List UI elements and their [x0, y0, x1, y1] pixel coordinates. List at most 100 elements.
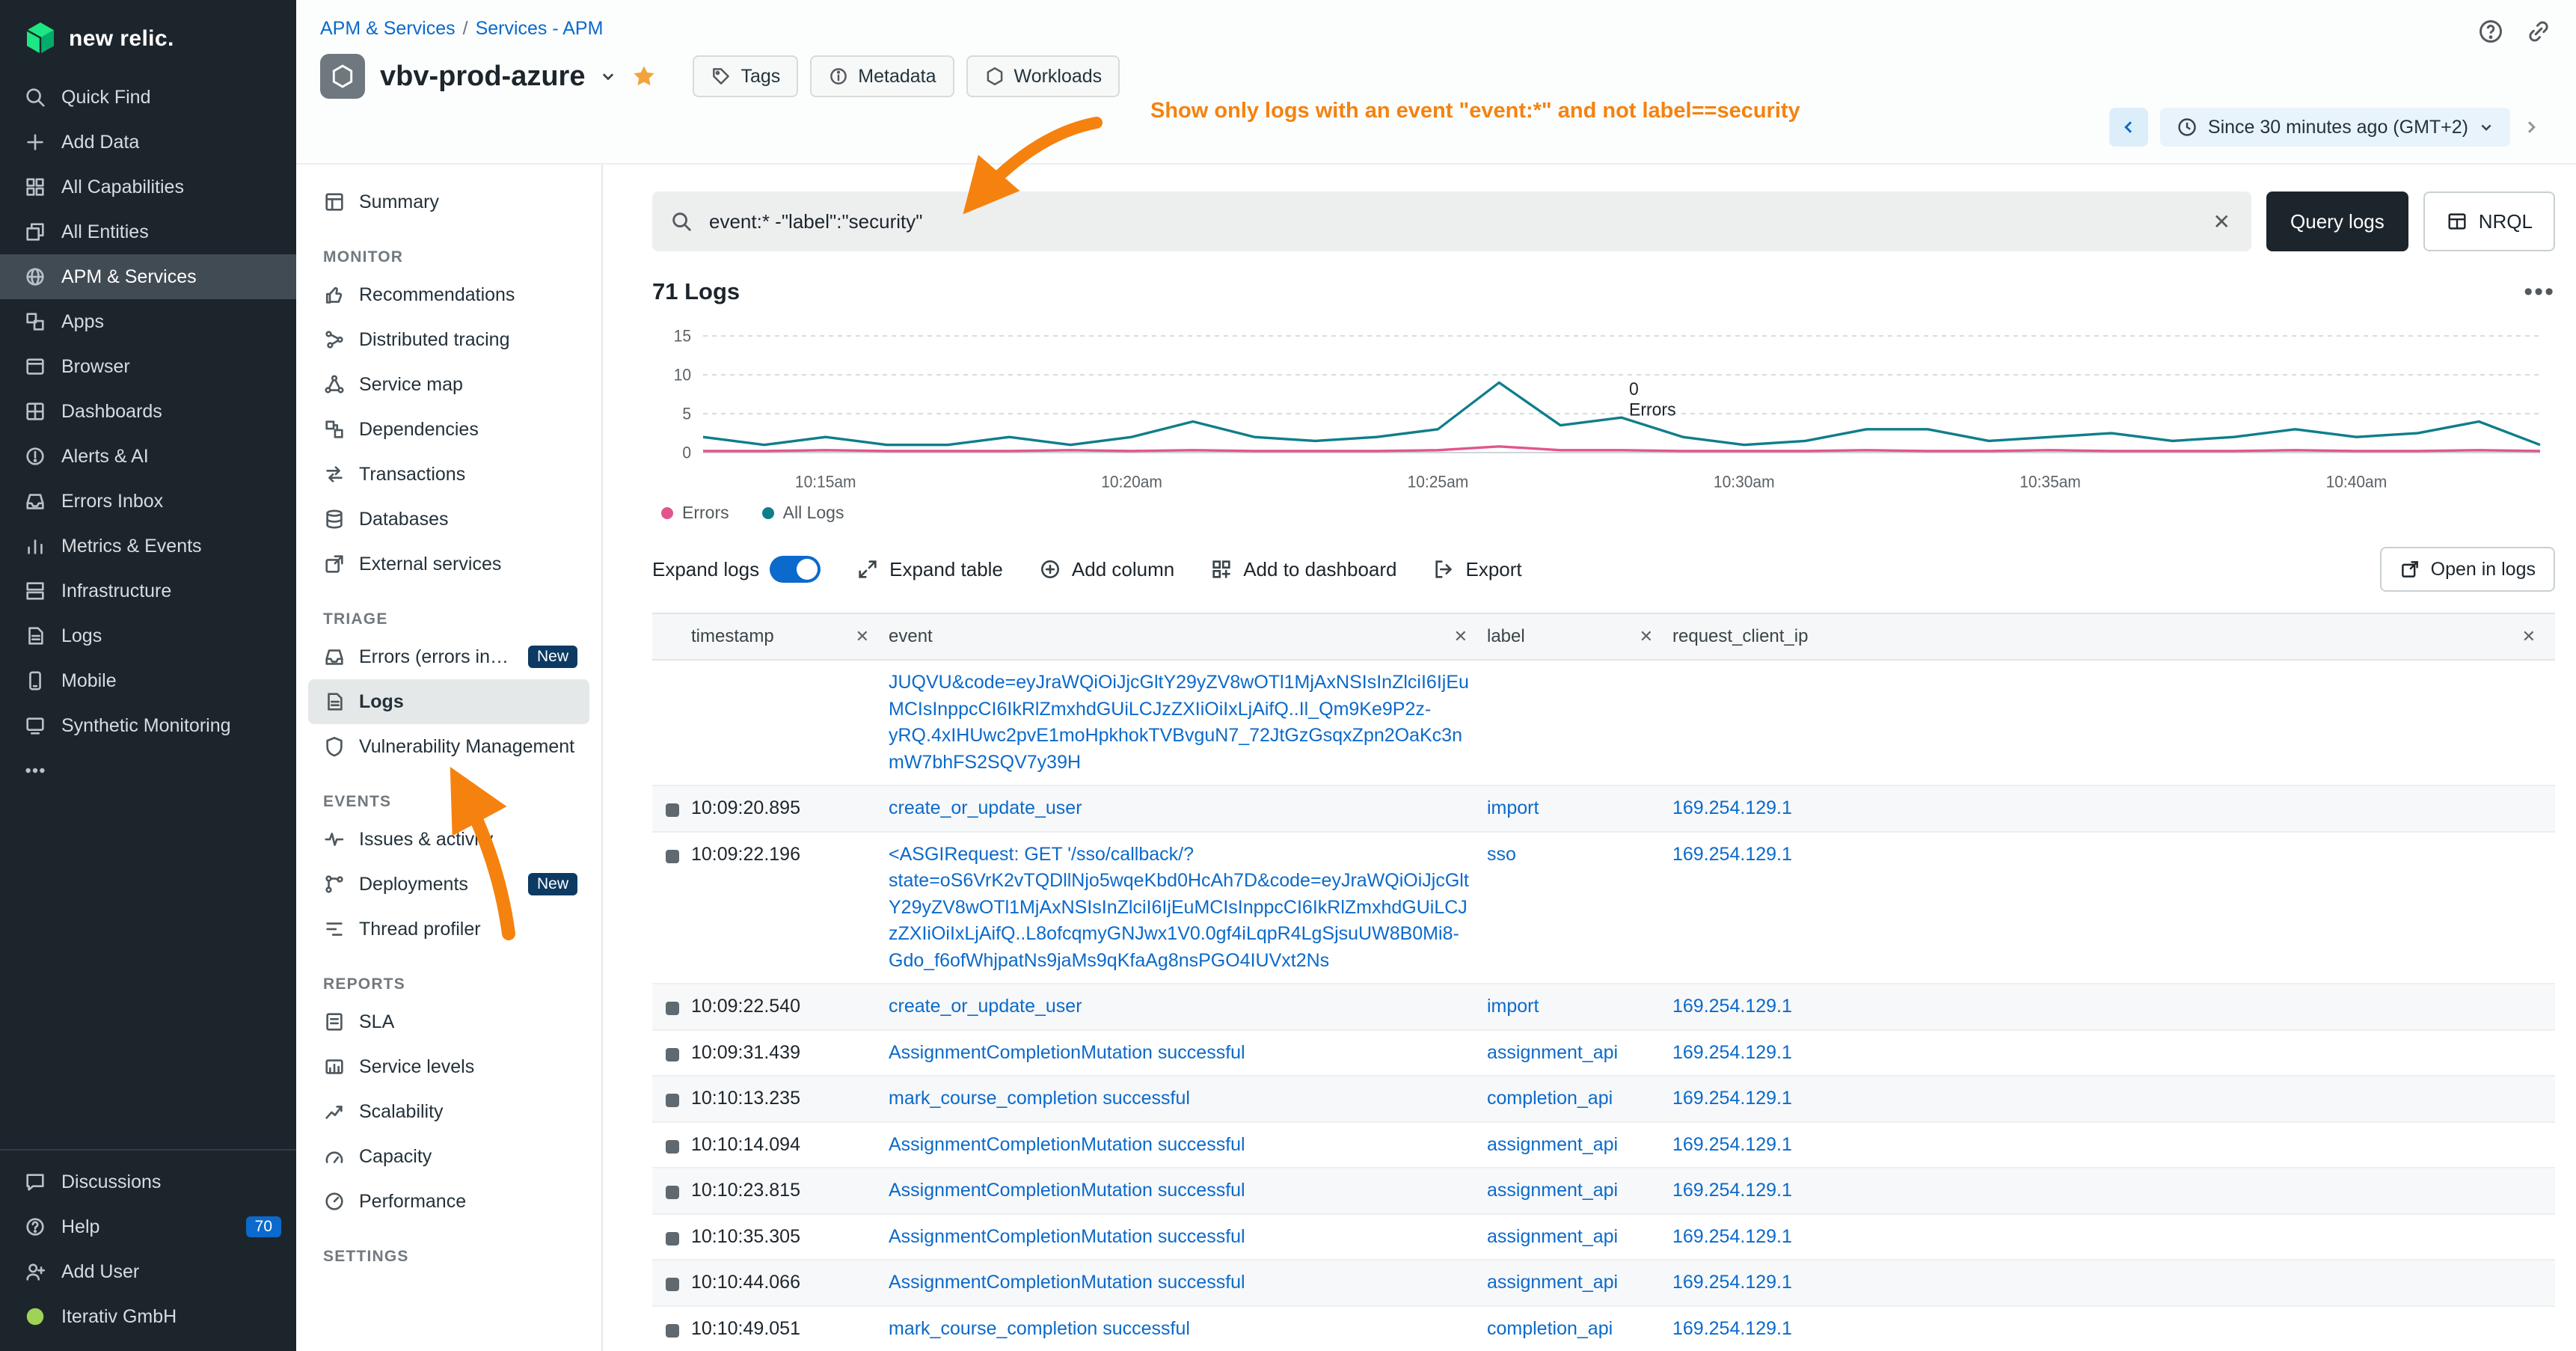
clear-query-icon[interactable]: ✕	[2210, 209, 2233, 234]
log-table-row[interactable]: 10:10:44.066AssignmentCompletionMutation…	[652, 1260, 2555, 1307]
row-checkbox[interactable]	[666, 1232, 679, 1246]
request-client-ip-cell-link[interactable]: 169.254.129.1	[1672, 1272, 1792, 1293]
workloads-button[interactable]: Workloads	[966, 55, 1120, 97]
request-client-ip-cell-link[interactable]: 169.254.129.1	[1672, 1088, 1792, 1109]
log-query-input[interactable]	[706, 209, 2197, 235]
logs-timeseries-chart[interactable]: 05101510:15am10:20am10:25am10:30am10:35a…	[652, 320, 2555, 497]
entity-nav-distributed-tracing[interactable]: Distributed tracing	[308, 317, 589, 362]
sidebar-item-more[interactable]	[0, 748, 296, 793]
log-table-row[interactable]: 10:09:20.895create_or_update_userimport1…	[652, 786, 2555, 833]
log-table-row[interactable]: 10:10:13.235mark_course_completion succe…	[652, 1076, 2555, 1123]
entity-nav-vulnerability-management[interactable]: Vulnerability Management	[308, 724, 589, 769]
export-button[interactable]: Export	[1433, 558, 1522, 581]
event-cell-link[interactable]: create_or_update_user	[889, 996, 1082, 1017]
open-in-logs-button[interactable]: Open in logs	[2380, 547, 2555, 592]
favorite-star-icon[interactable]	[631, 64, 657, 89]
entity-nav-logs[interactable]: Logs	[308, 679, 589, 724]
sidebar-item-help[interactable]: Help70	[0, 1204, 296, 1249]
nrql-button[interactable]: NRQL	[2423, 192, 2555, 251]
entity-nav-capacity[interactable]: Capacity	[308, 1134, 589, 1179]
entity-nav-service-map[interactable]: Service map	[308, 362, 589, 407]
log-table-row[interactable]: 10:09:22.196<ASGIRequest: GET '/sso/call…	[652, 833, 2555, 985]
event-cell-link[interactable]: <ASGIRequest: GET '/sso/callback/?state=…	[889, 844, 1469, 971]
event-cell-link[interactable]: AssignmentCompletionMutation successful	[889, 1226, 1245, 1247]
permalink-icon[interactable]	[2525, 18, 2552, 45]
log-table-row[interactable]: 10:10:23.815AssignmentCompletionMutation…	[652, 1168, 2555, 1215]
expand-logs-toggle[interactable]	[770, 556, 821, 583]
expand-table-button[interactable]: Expand table	[856, 558, 1003, 581]
log-table-row[interactable]: JUQVU&code=eyJraWQiOiJjcGltY29yZV8wOTl1M…	[652, 661, 2555, 786]
time-back-button[interactable]	[2109, 108, 2148, 147]
entity-nav-performance[interactable]: Performance	[308, 1179, 589, 1224]
event-cell-link[interactable]: mark_course_completion successful	[889, 1088, 1190, 1109]
tags-button[interactable]: Tags	[693, 55, 798, 97]
log-table-row[interactable]: 10:09:31.439AssignmentCompletionMutation…	[652, 1031, 2555, 1077]
event-cell-link[interactable]: AssignmentCompletionMutation successful	[889, 1272, 1245, 1293]
sidebar-item-discussions[interactable]: Discussions	[0, 1159, 296, 1204]
request-client-ip-cell-link[interactable]: 169.254.129.1	[1672, 797, 1792, 818]
row-checkbox[interactable]	[666, 1002, 679, 1015]
sidebar-item-alerts-ai[interactable]: Alerts & AI	[0, 434, 296, 479]
label-cell-link[interactable]: assignment_api	[1487, 1042, 1618, 1063]
sidebar-item-iterativ-gmbh[interactable]: Iterativ GmbH	[0, 1294, 296, 1339]
entity-nav-sla[interactable]: SLA	[308, 999, 589, 1044]
entity-nav-transactions[interactable]: Transactions	[308, 452, 589, 497]
sidebar-item-synthetic-monitoring[interactable]: Synthetic Monitoring	[0, 703, 296, 748]
label-cell-link[interactable]: assignment_api	[1487, 1272, 1618, 1293]
event-cell-link[interactable]: mark_course_completion successful	[889, 1318, 1190, 1339]
label-cell-link[interactable]: assignment_api	[1487, 1134, 1618, 1155]
time-forward-button[interactable]	[2522, 118, 2540, 136]
time-picker[interactable]: Since 30 minutes ago (GMT+2)	[2160, 108, 2510, 147]
event-cell-link[interactable]: AssignmentCompletionMutation successful	[889, 1042, 1245, 1063]
request-client-ip-cell-link[interactable]: 169.254.129.1	[1672, 1180, 1792, 1201]
sidebar-item-add-data[interactable]: Add Data	[0, 120, 296, 165]
event-cell-link[interactable]: AssignmentCompletionMutation successful	[889, 1180, 1245, 1201]
sidebar-item-apps[interactable]: Apps	[0, 299, 296, 344]
sidebar-item-mobile[interactable]: Mobile	[0, 658, 296, 703]
entity-nav-deployments[interactable]: DeploymentsNew	[308, 862, 589, 907]
sidebar-item-logs[interactable]: Logs	[0, 613, 296, 658]
label-cell-link[interactable]: import	[1487, 996, 1539, 1017]
add-to-dashboard-button[interactable]: Add to dashboard	[1210, 558, 1396, 581]
remove-column-icon[interactable]: ✕	[2518, 627, 2540, 646]
request-client-ip-cell-link[interactable]: 169.254.129.1	[1672, 996, 1792, 1017]
breadcrumb-link-services[interactable]: Services - APM	[476, 18, 604, 39]
sidebar-item-all-capabilities[interactable]: All Capabilities	[0, 165, 296, 209]
remove-column-icon[interactable]: ✕	[851, 627, 874, 646]
request-client-ip-cell-link[interactable]: 169.254.129.1	[1672, 1226, 1792, 1247]
entity-nav-recommendations[interactable]: Recommendations	[308, 272, 589, 317]
request-client-ip-cell-link[interactable]: 169.254.129.1	[1672, 1042, 1792, 1063]
log-table-row[interactable]: 10:10:14.094AssignmentCompletionMutation…	[652, 1123, 2555, 1169]
sidebar-item-browser[interactable]: Browser	[0, 344, 296, 389]
sidebar-item-errors-inbox[interactable]: Errors Inbox	[0, 479, 296, 524]
row-checkbox[interactable]	[666, 1186, 679, 1199]
entity-nav-thread-profiler[interactable]: Thread profiler	[308, 907, 589, 952]
remove-column-icon[interactable]: ✕	[1635, 627, 1657, 646]
log-table-row[interactable]: 10:09:22.540create_or_update_userimport1…	[652, 984, 2555, 1031]
add-column-button[interactable]: Add column	[1039, 558, 1174, 581]
event-cell-link[interactable]: AssignmentCompletionMutation successful	[889, 1134, 1245, 1155]
row-checkbox[interactable]	[666, 1324, 679, 1338]
sidebar-item-infrastructure[interactable]: Infrastructure	[0, 569, 296, 613]
entity-nav-scalability[interactable]: Scalability	[308, 1089, 589, 1134]
entity-nav-issues-activity[interactable]: Issues & activity	[308, 817, 589, 862]
help-circle-icon[interactable]	[2477, 18, 2504, 45]
entity-nav-errors-errors-inb[interactable]: Errors (errors inb...New	[308, 634, 589, 679]
entity-nav-service-levels[interactable]: Service levels	[308, 1044, 589, 1089]
metadata-button[interactable]: Metadata	[810, 55, 954, 97]
request-client-ip-cell-link[interactable]: 169.254.129.1	[1672, 1134, 1792, 1155]
entity-nav-dependencies[interactable]: Dependencies	[308, 407, 589, 452]
label-cell-link[interactable]: completion_api	[1487, 1088, 1613, 1109]
event-cell-link[interactable]: JUQVU&code=eyJraWQiOiJjcGltY29yZV8wOTl1M…	[889, 672, 1469, 773]
sidebar-item-all-entities[interactable]: All Entities	[0, 209, 296, 254]
request-client-ip-cell-link[interactable]: 169.254.129.1	[1672, 844, 1792, 865]
log-table-row[interactable]: 10:10:35.305AssignmentCompletionMutation…	[652, 1215, 2555, 1261]
request-client-ip-cell-link[interactable]: 169.254.129.1	[1672, 1318, 1792, 1339]
log-table-row[interactable]: 10:10:49.051mark_course_completion succe…	[652, 1307, 2555, 1351]
row-checkbox[interactable]	[666, 850, 679, 863]
row-checkbox[interactable]	[666, 1094, 679, 1107]
label-cell-link[interactable]: assignment_api	[1487, 1180, 1618, 1201]
sidebar-item-metrics-events[interactable]: Metrics & Events	[0, 524, 296, 569]
entity-nav-external-services[interactable]: External services	[308, 542, 589, 586]
legend-item-all-logs[interactable]: All Logs	[762, 503, 844, 523]
